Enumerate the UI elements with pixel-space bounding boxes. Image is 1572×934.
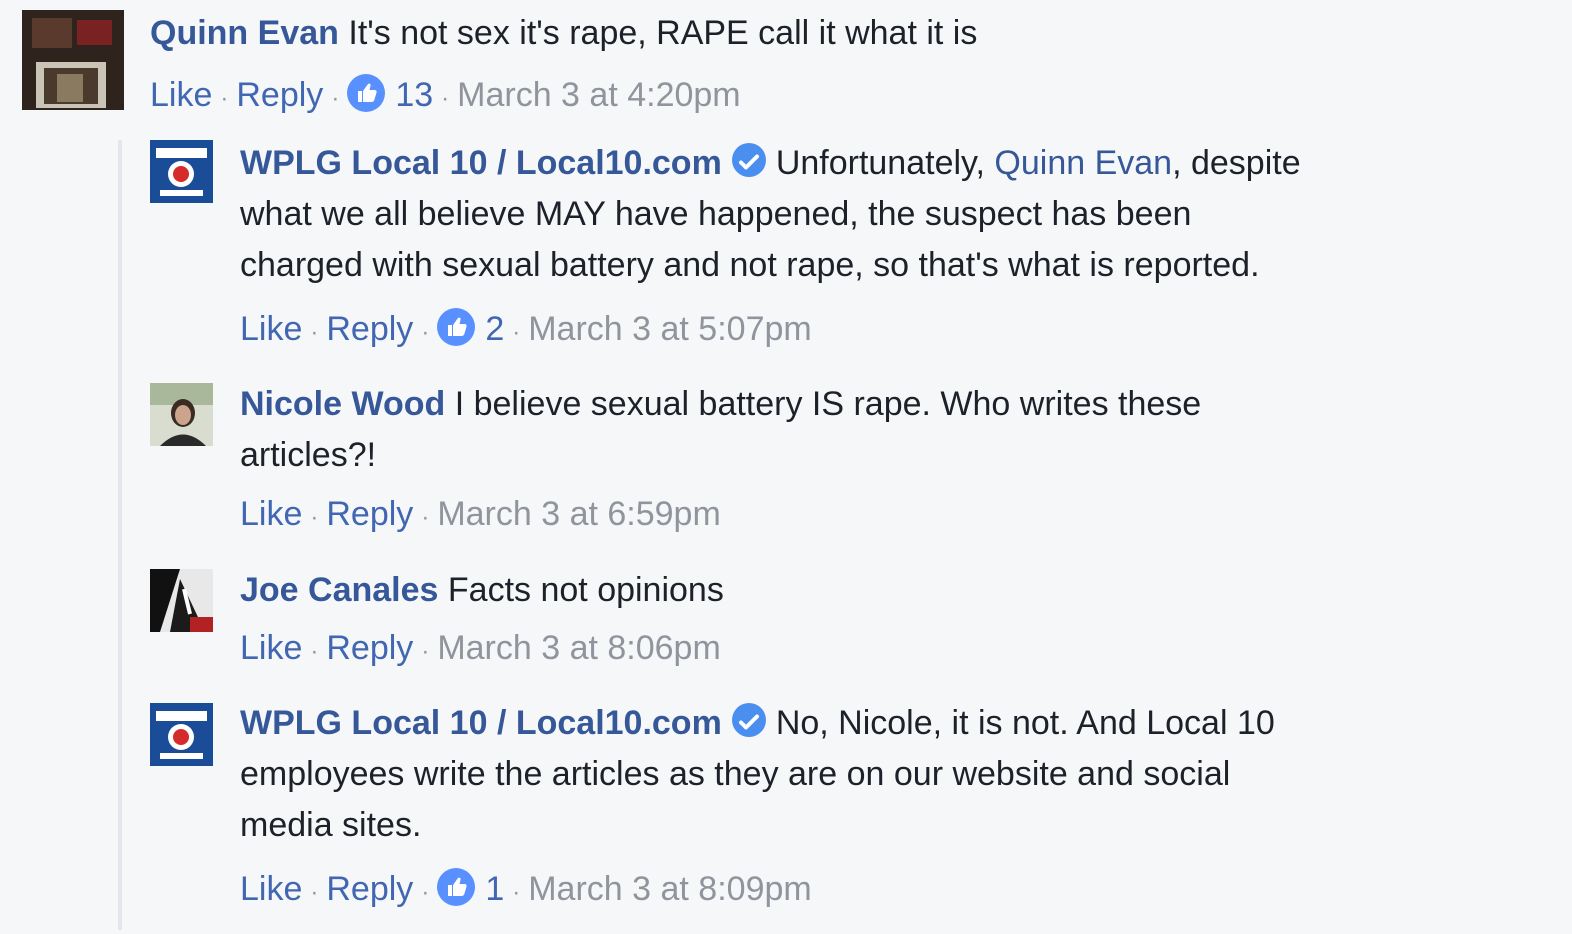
comment-text: media sites. — [240, 806, 422, 844]
comment-body-line: WPLG Local 10 / Local10.com No, Nicole, i… — [240, 698, 1275, 749]
reply-link[interactable]: Reply — [326, 870, 413, 908]
reply-link[interactable]: Reply — [326, 629, 413, 667]
comment-body: Quinn Evan It's not sex it's rape, RAPE … — [150, 8, 977, 59]
timestamp[interactable]: March 3 at 5:07pm — [528, 310, 811, 348]
author-name[interactable]: WPLG Local 10 / Local10.com — [240, 704, 722, 742]
like-link[interactable]: Like — [240, 629, 302, 667]
like-link[interactable]: Like — [240, 310, 302, 348]
timestamp[interactable]: March 3 at 8:06pm — [437, 629, 720, 667]
comment-text: articles?! — [240, 436, 377, 474]
like-link[interactable]: Like — [150, 76, 212, 114]
comment-text: what we all believe MAY have happened, t… — [240, 195, 1192, 233]
comment-text: I believe sexual battery IS rape. Who wr… — [454, 385, 1202, 423]
avatar[interactable] — [150, 569, 213, 632]
verified-badge-icon — [731, 703, 766, 737]
mention-link[interactable]: Quinn Evan — [994, 144, 1172, 182]
thumbs-up-icon[interactable] — [437, 308, 476, 346]
like-link[interactable]: Like — [240, 495, 302, 533]
comment-text: employees write the articles as they are… — [240, 755, 1231, 793]
author-name[interactable]: Joe Canales — [240, 571, 438, 609]
comment-text: No, Nicole, it is not. And Local 10 — [775, 704, 1275, 742]
avatar[interactable] — [150, 140, 213, 203]
timestamp[interactable]: March 3 at 6:59pm — [437, 495, 720, 533]
comment-actions: Like · Reply · 2 · March 3 at 5:07pm — [240, 308, 812, 348]
comment-actions: Like · Reply · 1 · March 3 at 8:09pm — [240, 868, 812, 908]
comment-actions: Like · Reply · March 3 at 8:06pm — [240, 629, 721, 667]
reply-link[interactable]: Reply — [236, 76, 323, 114]
comment-actions: Like · Reply · March 3 at 6:59pm — [240, 495, 721, 533]
author-name[interactable]: Nicole Wood — [240, 385, 445, 423]
comment-body-line: Nicole Wood I believe sexual battery IS … — [240, 379, 1201, 430]
comment-body-line: WPLG Local 10 / Local10.com Unfortunately… — [240, 138, 1301, 189]
comment-text: Facts not opinions — [447, 571, 724, 609]
comment-text: charged with sexual battery and not rape… — [240, 246, 1260, 284]
comment-text: , despite — [1172, 144, 1301, 182]
avatar[interactable] — [22, 10, 124, 110]
reply-link[interactable]: Reply — [326, 310, 413, 348]
thumbs-up-icon[interactable] — [437, 868, 476, 906]
timestamp[interactable]: March 3 at 8:09pm — [528, 870, 811, 908]
author-name[interactable]: Quinn Evan — [150, 14, 339, 52]
comment-text: It's not sex it's rape, RAPE call it wha… — [348, 14, 978, 52]
reply-thread-line — [118, 140, 122, 930]
comment-text: Unfortunately, — [775, 144, 995, 182]
comment-actions: Like · Reply · 13 · March 3 at 4:20pm — [150, 74, 741, 114]
like-link[interactable]: Like — [240, 870, 302, 908]
reply-link[interactable]: Reply — [326, 495, 413, 533]
comment-body-line: Joe Canales Facts not opinions — [240, 565, 724, 616]
thumbs-up-icon[interactable] — [347, 74, 386, 112]
avatar[interactable] — [150, 383, 213, 446]
reaction-count[interactable]: 2 — [485, 310, 504, 348]
timestamp[interactable]: March 3 at 4:20pm — [457, 76, 740, 114]
verified-badge-icon — [731, 143, 766, 177]
avatar[interactable] — [150, 703, 213, 766]
reaction-count[interactable]: 13 — [395, 76, 433, 114]
author-name[interactable]: WPLG Local 10 / Local10.com — [240, 144, 722, 182]
reaction-count[interactable]: 1 — [485, 870, 504, 908]
